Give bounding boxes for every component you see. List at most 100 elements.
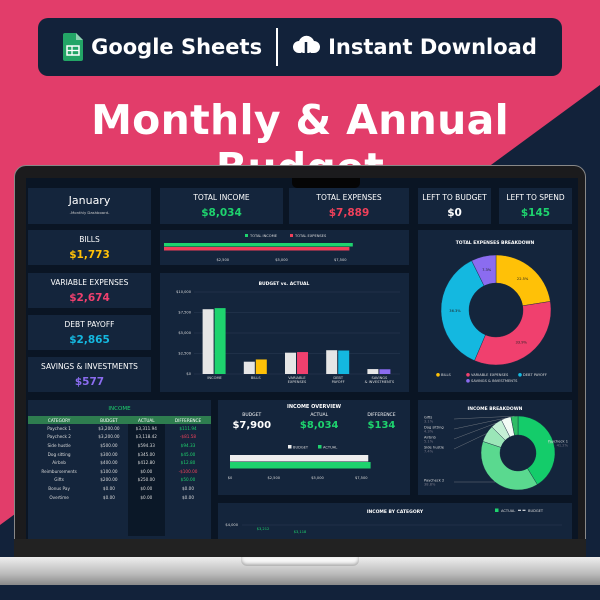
- legend-swatch: [466, 379, 470, 383]
- table-cell: $0.00: [127, 492, 166, 502]
- legend-swatch: [290, 234, 293, 237]
- empty-row: [28, 501, 211, 510]
- bar: [214, 308, 226, 374]
- table-cell: $0.00: [182, 494, 194, 500]
- tick-label: $7,500: [178, 311, 191, 315]
- expenses-breakdown-chart: TOTAL EXPENSES BREAKDOWN 22.5% 33.9% 36.3% 7…: [418, 230, 572, 392]
- legend-label: BILLS: [441, 373, 452, 377]
- slice-label: 22.5%: [517, 277, 529, 281]
- table-cell: $594.33: [127, 441, 166, 450]
- empty-row: [28, 509, 211, 519]
- debt-payoff-card: DEBT PAYOFF $2,865: [28, 315, 151, 350]
- table-cell: $0.00: [127, 466, 166, 476]
- savings-card: SAVINGS & INVESTMENTS $577: [28, 357, 151, 392]
- dashboard-screen: January -Monthly Dashboard- TOTAL INCOME…: [26, 178, 578, 539]
- table-row: Airbnb $400.00 $412.80 $12.80: [28, 458, 211, 467]
- table-cell: Overtime: [49, 494, 69, 500]
- tick-label: $2,500: [216, 258, 229, 262]
- table-cell: $345.00: [127, 449, 166, 459]
- tick-label: $10,000: [176, 290, 192, 294]
- table-cell: $111.94: [179, 425, 197, 431]
- table-row: Overtime $0.00 $0.00 $0.00: [28, 492, 211, 502]
- data-label: $3,118: [294, 530, 307, 534]
- donut-slice: [440, 260, 486, 361]
- table-cell: Paycheck 1: [47, 425, 71, 431]
- table-cell: $0.00: [102, 494, 115, 500]
- income-vs-expenses-chart: TOTAL INCOME TOTAL EXPENSES $2,500 $5,000 $7…: [160, 230, 409, 265]
- legend-label: ACTUAL: [323, 445, 337, 449]
- tick-label: $5,000: [178, 331, 191, 335]
- legend-swatch: [518, 373, 522, 377]
- empty-row: [28, 518, 211, 528]
- table-cell: $412.80: [127, 458, 166, 467]
- value: $1,773: [69, 249, 110, 261]
- table-row: Reimbursements $100.00 $0.00 -$100.00: [28, 466, 211, 476]
- chart-title: INCOME BREAKDOWN: [468, 406, 523, 412]
- tick-label: $4,000: [225, 523, 238, 527]
- table-row: Dog sitting $300.00 $345.00 $45.00: [28, 449, 211, 459]
- empty-row: [28, 527, 211, 536]
- chart-title: INCOME OVERVIEW: [286, 404, 341, 410]
- cloud-download-icon: [293, 35, 321, 60]
- data-label: $3,212: [257, 527, 270, 531]
- label: TOTAL EXPENSES: [316, 193, 382, 202]
- income-table-title: INCOME: [108, 406, 131, 412]
- table-row: Paycheck 1 $3,200.00 $3,311.94 $111.94: [28, 424, 211, 433]
- column-header: ACTUAL: [127, 416, 166, 424]
- table-cell: -$100.00: [178, 468, 198, 474]
- bar: [297, 352, 308, 374]
- table-cell: $3,200.00: [98, 434, 120, 440]
- table-cell: $200.00: [100, 477, 118, 483]
- category-label: BILLS: [251, 376, 262, 380]
- budget-vs-actual-chart: BUDGET vs. ACTUAL $0 $2,500 $5,000 $7,500 $10…: [160, 273, 409, 392]
- bar: [379, 369, 391, 374]
- table-cell: $400.00: [100, 460, 118, 466]
- legend-label: DEBT PAYOFF: [523, 373, 547, 377]
- income-by-category-chart: INCOME BY CATEGORY ACTUAL BUDGET $4,000 $3,2…: [218, 503, 572, 539]
- month-title: January: [68, 194, 111, 207]
- tick-label: $5,000: [275, 258, 288, 262]
- laptop-groove: [241, 557, 359, 566]
- camera-notch: [292, 178, 360, 188]
- slice-percent: 4.3%: [424, 430, 434, 434]
- bar: [230, 462, 371, 469]
- table-cell: $45.00: [180, 451, 196, 457]
- table-cell: Bonus Pay: [48, 485, 70, 491]
- legend-swatch: [466, 373, 470, 377]
- bills-card: BILLS $1,773: [28, 230, 151, 265]
- income-breakdown-chart: INCOME BREAKDOWN Paycheck 1 41.2% Paycheck …: [418, 400, 572, 495]
- bar: [255, 359, 267, 374]
- table-cell: $94.33: [180, 442, 196, 448]
- table-cell: $0.00: [182, 485, 194, 491]
- legend-swatch: [318, 445, 322, 449]
- slice-label: 36.3%: [449, 309, 461, 313]
- donut-slice: [474, 301, 552, 366]
- bar: [164, 243, 353, 247]
- table-cell: $3,311.94: [127, 424, 166, 433]
- legend-label: TOTAL EXPENSES: [294, 234, 327, 238]
- slice-percent: 7.4%: [424, 450, 434, 454]
- column-header: BUDGET: [90, 416, 128, 424]
- value: $8,034: [201, 207, 242, 219]
- feature-banner: Google Sheets Instant Download: [38, 18, 562, 76]
- left-to-budget-card: LEFT TO BUDGET $0: [418, 188, 491, 224]
- value: $577: [74, 376, 105, 388]
- month-subtitle: -Monthly Dashboard-: [69, 210, 110, 215]
- income-table-panel: INCOME CATEGORY BUDGET ACTUAL DIFFERENCE Pay…: [28, 400, 211, 539]
- actual-value: $8,034: [299, 420, 339, 431]
- legend-label: BUDGET: [528, 509, 544, 513]
- legend-label: TOTAL INCOME: [249, 234, 278, 238]
- download-label: Instant Download: [328, 35, 537, 59]
- table-cell: $12.80: [180, 460, 196, 466]
- chart-title: TOTAL EXPENSES BREAKDOWN: [456, 240, 535, 246]
- table-cell: $50.00: [180, 477, 196, 483]
- table-row: Side hustle $500.00 $594.33 $94.33: [28, 441, 211, 450]
- tick-label: $7,500: [355, 476, 368, 480]
- table-cell: $100.00: [100, 468, 118, 474]
- bar: [326, 350, 338, 374]
- tick-label: $7,500: [334, 258, 347, 262]
- budget-value: $7,900: [232, 420, 272, 431]
- slice-percent: 5.1%: [424, 440, 434, 444]
- chart-title: INCOME BY CATEGORY: [367, 509, 424, 515]
- income-table: CATEGORY BUDGET ACTUAL DIFFERENCE Paycheck 1…: [28, 416, 211, 536]
